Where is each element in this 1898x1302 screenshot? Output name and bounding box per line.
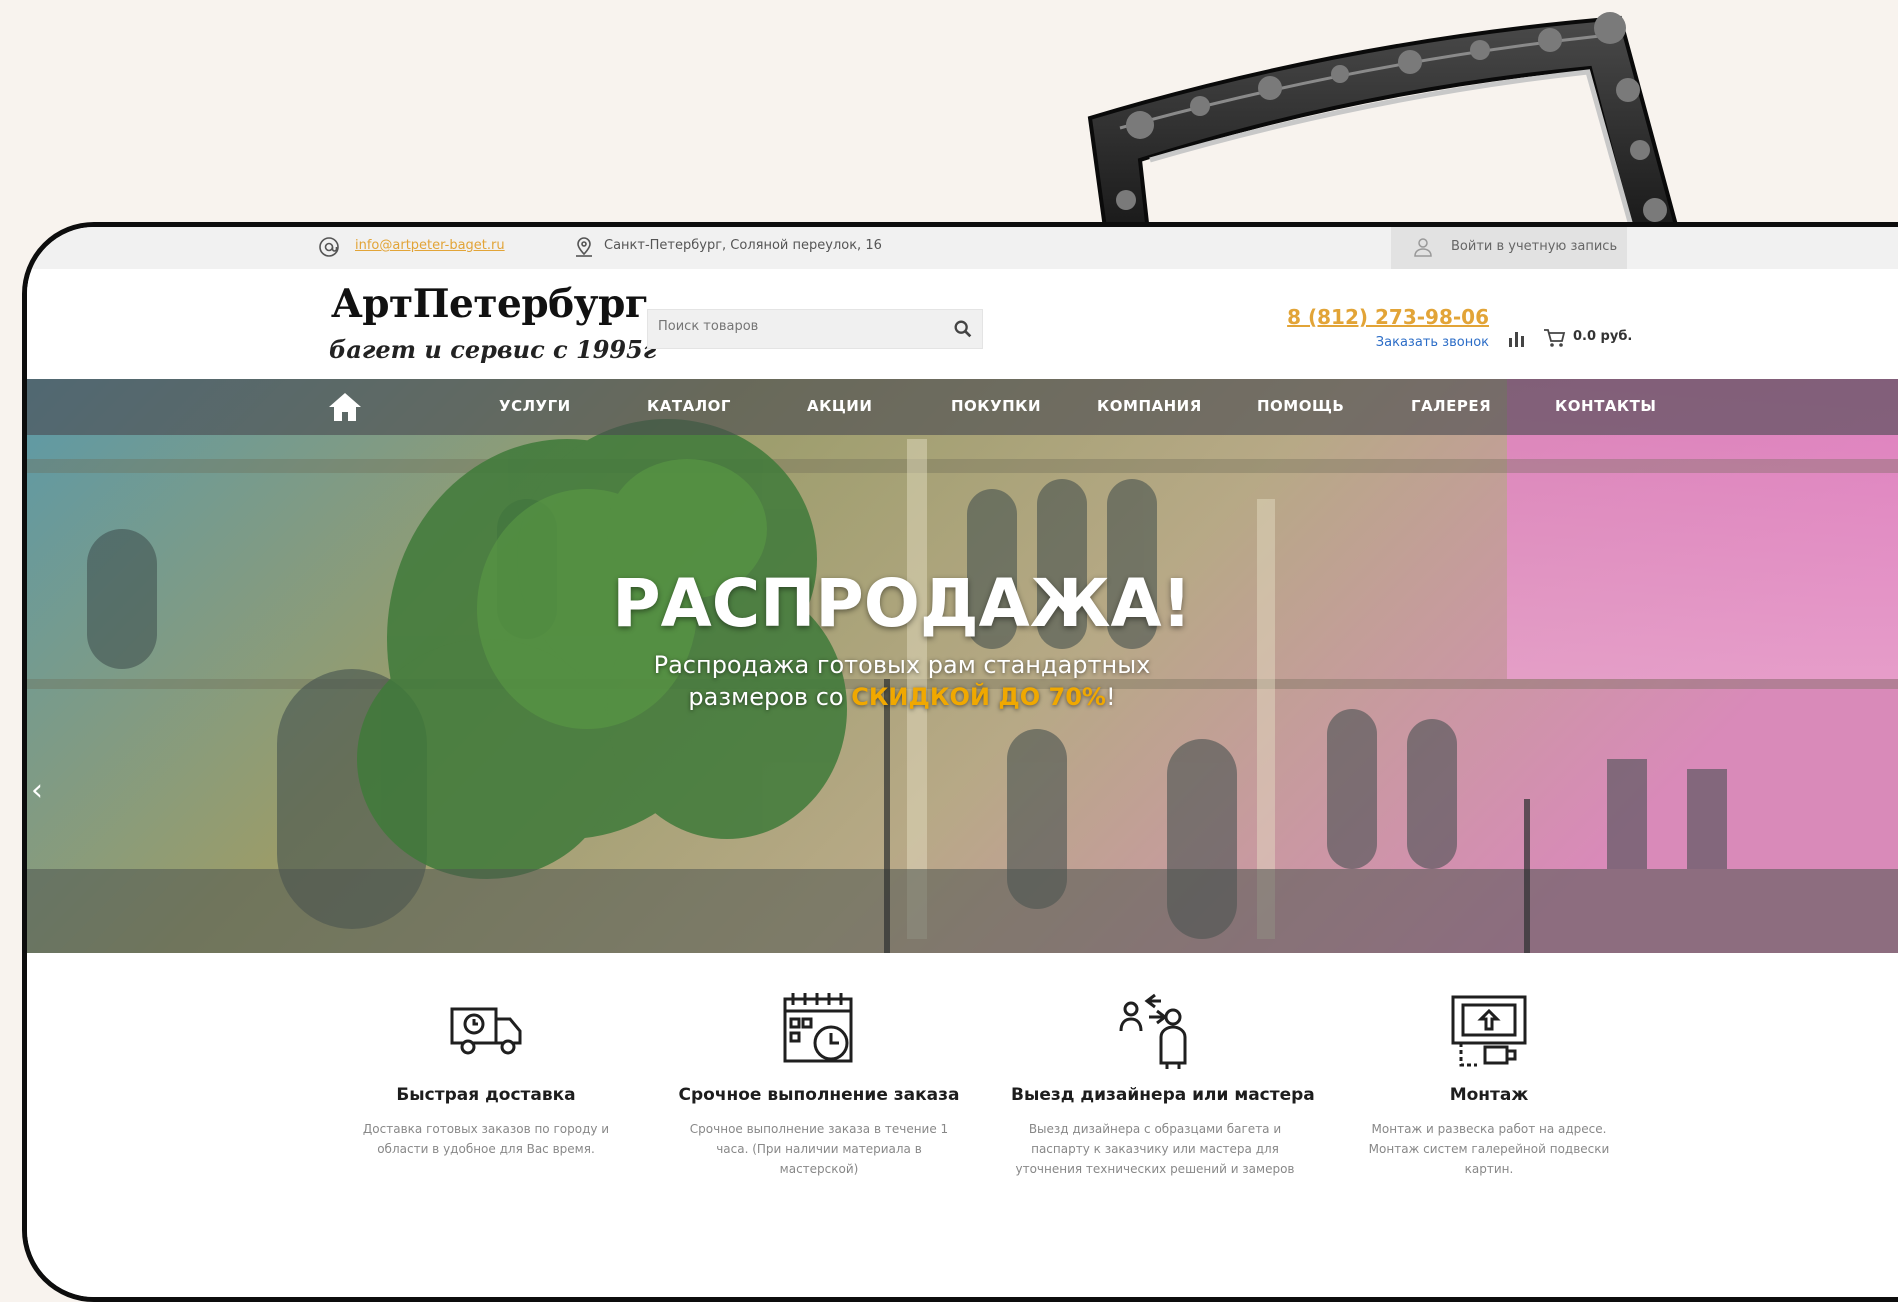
website-screen: info@artpeter-baget.ru Санкт-Петербург, …	[27, 227, 1898, 1297]
hero-discount-accent: СКИДКОЙ ДО 70%	[851, 683, 1106, 711]
calendar-clock-icon	[783, 993, 853, 1063]
feature-installation: Монтаж Монтаж и развеска работ на адресе…	[1345, 953, 1633, 1179]
device-mockup: info@artpeter-baget.ru Санкт-Петербург, …	[22, 222, 1898, 1302]
cart-icon[interactable]	[1543, 327, 1567, 349]
hero-title: РАСПРОДАЖА!	[612, 565, 1192, 642]
feature-description: Монтаж и развеска работ на адресе. Монта…	[1368, 1122, 1610, 1176]
at-sign-icon	[319, 237, 339, 257]
feature-title: Срочное выполнение заказа	[678, 1085, 960, 1105]
nav-item-gallery[interactable]: ГАЛЕРЕЯ	[1411, 397, 1491, 415]
nav-item-promotions[interactable]: АКЦИИ	[807, 397, 872, 415]
hero-subtitle-line1: Распродажа готовых рам стандартных	[653, 651, 1151, 679]
feature-description: Выезд дизайнера с образцами багета и пас…	[1015, 1122, 1295, 1176]
feature-title: Монтаж	[1449, 1085, 1529, 1105]
main-navigation: УСЛУГИ КАТАЛОГ АКЦИИ ПОКУПКИ КОМПАНИЯ ПО…	[27, 379, 1898, 435]
feature-urgent: Срочное выполнение заказа Срочное выполн…	[675, 953, 963, 1179]
feature-delivery: Быстрая доставка Доставка готовых заказо…	[342, 953, 630, 1159]
installation-icon	[1451, 995, 1527, 1067]
ornate-frame-illustration	[1087, 12, 1683, 250]
nav-item-help[interactable]: ПОМОЩЬ	[1257, 397, 1344, 415]
search-box	[647, 309, 983, 349]
address-text: Санкт-Петербург, Соляной переулок, 16	[604, 238, 882, 253]
hero-subtitle-line2: размеров со СКИДКОЙ ДО 70%!	[27, 681, 1777, 713]
slider-prev-arrow[interactable]: ‹	[31, 773, 43, 808]
bar-chart-icon[interactable]	[1507, 329, 1527, 347]
logo-tagline: багет и сервис с 1995г	[329, 335, 657, 364]
hero-subtitle-pre: размеров со	[688, 683, 852, 711]
hero-subtitle: Распродажа готовых рам стандартных разме…	[27, 649, 1777, 713]
search-input[interactable]	[658, 319, 928, 334]
location-pin-icon	[576, 237, 592, 257]
nav-item-company[interactable]: КОМПАНИЯ	[1097, 397, 1202, 415]
home-icon[interactable]	[327, 391, 363, 423]
feature-title: Быстрая доставка	[396, 1085, 576, 1105]
logo-title[interactable]: АртПетербург	[331, 281, 649, 327]
nav-item-contacts[interactable]: КОНТАКТЫ	[1555, 397, 1656, 415]
delivery-truck-icon	[450, 1007, 522, 1055]
email-link[interactable]: info@artpeter-baget.ru	[355, 238, 505, 253]
feature-title: Выезд дизайнера или мастера	[1011, 1085, 1315, 1105]
designer-visit-icon	[1119, 993, 1187, 1069]
features-section: Быстрая доставка Доставка готовых заказо…	[27, 953, 1898, 1297]
top-info-bar: info@artpeter-baget.ru Санкт-Петербург, …	[27, 227, 1898, 269]
feature-designer-visit: Выезд дизайнера или мастера Выезд дизайн…	[1011, 953, 1315, 1179]
login-label: Войти в учетную запись	[1451, 239, 1618, 254]
cart-total[interactable]: 0.0 руб.	[1573, 329, 1632, 344]
feature-description: Доставка готовых заказов по городу и обл…	[362, 1122, 610, 1156]
search-icon[interactable]	[952, 318, 974, 340]
callback-link[interactable]: Заказать звонок	[1376, 335, 1489, 350]
hero-subtitle-post: !	[1105, 683, 1116, 711]
feature-description: Срочное выполнение заказа в течение 1 ча…	[689, 1122, 949, 1176]
site-header: АртПетербург багет и сервис с 1995г 8 (8…	[27, 269, 1898, 383]
login-button[interactable]: Войти в учетную запись	[1391, 227, 1627, 269]
nav-item-services[interactable]: УСЛУГИ	[499, 397, 571, 415]
user-icon	[1414, 238, 1432, 257]
nav-item-catalog[interactable]: КАТАЛОГ	[647, 397, 731, 415]
phone-link[interactable]: 8 (812) 273-98-06	[1287, 305, 1489, 329]
nav-item-purchases[interactable]: ПОКУПКИ	[951, 397, 1041, 415]
